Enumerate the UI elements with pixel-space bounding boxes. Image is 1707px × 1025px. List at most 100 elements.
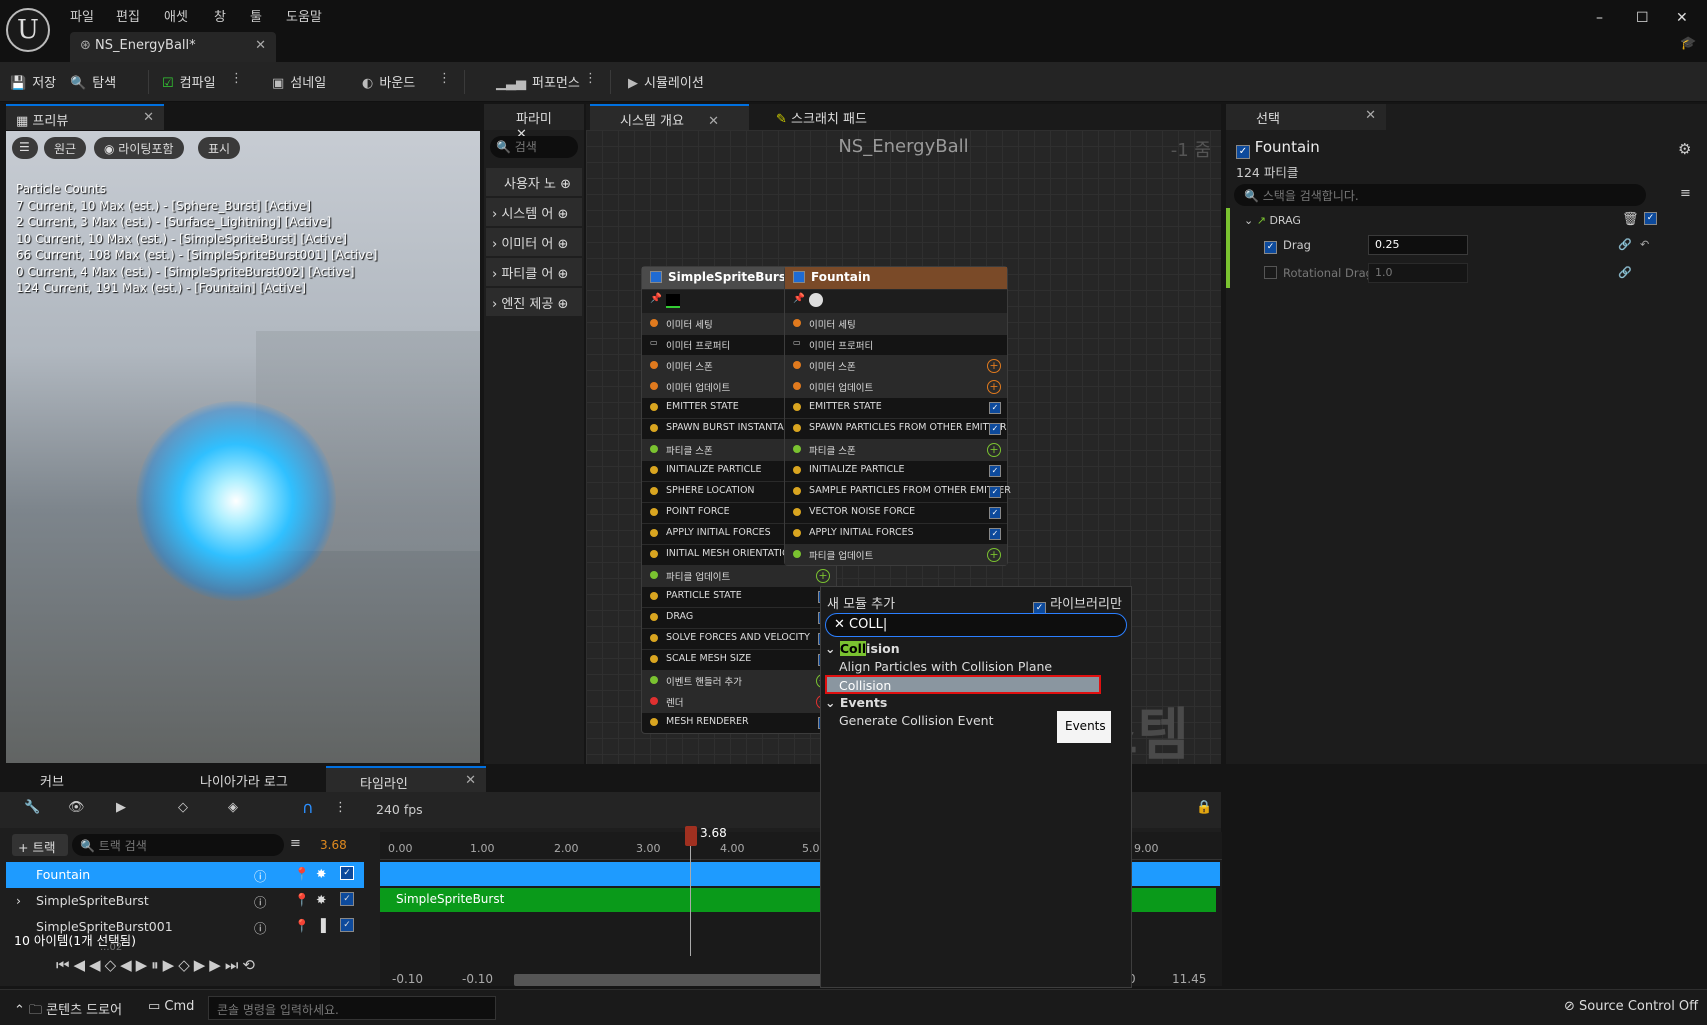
close-tab-icon[interactable]: ✕ bbox=[708, 114, 719, 129]
performance-options-icon[interactable]: ⋮ bbox=[584, 71, 597, 86]
category-particle[interactable]: › 파티클 어 ⊕ bbox=[486, 258, 582, 286]
category-emitter[interactable]: › 이미터 어 ⊕ bbox=[486, 228, 582, 256]
tab-timeline[interactable]: 타임라인 ✕ bbox=[326, 766, 486, 792]
module-enabled-checkbox[interactable]: ✓ bbox=[989, 486, 1001, 498]
module-search-input[interactable]: ✕ COLL| bbox=[825, 613, 1127, 637]
add-module-icon[interactable]: + bbox=[987, 380, 1001, 394]
track-fountain[interactable]: Fountain ⓘ 📍 ✸ ✓ bbox=[6, 862, 364, 888]
module-enabled-checkbox[interactable]: ✓ bbox=[989, 465, 1001, 477]
gear-icon[interactable]: ⚙ bbox=[1678, 140, 1691, 158]
save-button[interactable]: 💾 저장 bbox=[10, 72, 56, 91]
menu-file[interactable]: 파일 bbox=[70, 6, 94, 25]
stack-row[interactable]: SCALE MESH SIZE✓ bbox=[642, 649, 836, 670]
parameters-tab[interactable]: 파라미 ✕ bbox=[484, 104, 584, 142]
emitter-enabled-checkbox[interactable] bbox=[650, 271, 662, 283]
menu-edit[interactable]: 편집 bbox=[116, 6, 140, 25]
viewport-menu-icon[interactable]: ☰ bbox=[12, 137, 38, 159]
module-item[interactable]: Generate Collision Event bbox=[839, 713, 994, 728]
section-header[interactable]: ⌄ ↗ DRAG bbox=[1244, 214, 1301, 227]
keyframe-icon[interactable]: ◇ bbox=[178, 800, 188, 815]
stack-row[interactable]: 이미터 업데이트 + bbox=[785, 376, 1007, 397]
stack-search-input[interactable]: 🔍 스택을 검색합니다. bbox=[1234, 184, 1646, 206]
checkbox-icon[interactable]: ✓ bbox=[340, 892, 354, 906]
parameters-search-input[interactable]: 🔍 검색 bbox=[490, 136, 578, 158]
add-icon[interactable]: ⊕ bbox=[557, 267, 568, 282]
stack-row[interactable]: 이벤트 핸들러 추가+ bbox=[642, 670, 836, 691]
drag-value-input[interactable]: 0.25 bbox=[1368, 235, 1468, 255]
filter-icon[interactable]: ≡ bbox=[290, 836, 301, 851]
emitter-node-fountain[interactable]: Fountain 📌 이미터 세팅 ▭ 이미터 프로퍼티 이미터 스폰 + 이미터 업데이… bbox=[784, 266, 1011, 566]
module-enabled-checkbox[interactable]: ✓ bbox=[989, 423, 1001, 435]
module-enabled-checkbox[interactable]: ✓ bbox=[989, 507, 1001, 519]
pin-icon[interactable]: 📍 bbox=[294, 892, 310, 908]
snap-magnet-icon[interactable]: ∩ bbox=[302, 798, 314, 817]
add-module-icon[interactable]: + bbox=[816, 569, 830, 583]
stack-row[interactable]: SOLVE FORCES AND VELOCITY✓ bbox=[642, 628, 836, 649]
emitter-header[interactable]: Fountain bbox=[785, 267, 1007, 289]
tab-niagara-log[interactable]: 나이아가라 로그 bbox=[166, 766, 322, 792]
show-button[interactable]: 표시 bbox=[198, 137, 241, 159]
playback-controls[interactable]: ⏮◀◀◇◀▶⏸▶◇▶▶⏭⟲ bbox=[56, 956, 259, 974]
bounds-button[interactable]: ◐ 바운드 bbox=[362, 72, 415, 91]
close-window-button[interactable]: ✕ bbox=[1676, 10, 1688, 26]
source-control-status[interactable]: ⊘ Source Control Off bbox=[1564, 999, 1698, 1014]
lock-icon[interactable]: 🔒 bbox=[1196, 800, 1212, 815]
stack-row[interactable]: 파티클 업데이트 + bbox=[642, 565, 836, 586]
stack-row[interactable]: 렌더+ bbox=[642, 691, 836, 712]
close-tab-icon[interactable]: ✕ bbox=[255, 38, 266, 53]
key-edit-icon[interactable]: ◈ bbox=[228, 800, 238, 815]
module-enabled-checkbox[interactable]: ✓ bbox=[1644, 212, 1657, 225]
range-start[interactable]: -0.10 bbox=[392, 972, 423, 986]
play-mode-icon[interactable]: ▶ bbox=[116, 800, 126, 815]
pin-icon[interactable]: 📍 bbox=[294, 866, 310, 882]
thumbnail-button[interactable]: ▣ 섬네일 bbox=[272, 72, 326, 91]
link-icon[interactable]: 🔗 bbox=[1618, 266, 1632, 279]
stack-row[interactable]: 이미터 세팅 bbox=[785, 313, 1007, 334]
info-icon[interactable]: ⓘ bbox=[254, 918, 267, 937]
performance-button[interactable]: ▁▃▅ 퍼포먼스 bbox=[496, 72, 580, 91]
wrench-icon[interactable]: 🔧 bbox=[24, 800, 40, 815]
selection-tab[interactable]: 선택 ✕ bbox=[1226, 104, 1386, 130]
checkbox-icon[interactable]: ✓ bbox=[1236, 145, 1250, 159]
close-preview-icon[interactable]: ✕ bbox=[143, 110, 154, 125]
graduation-cap-icon[interactable]: 🎓 bbox=[1680, 36, 1696, 51]
stack-row[interactable]: 파티클 업데이트 + bbox=[785, 544, 1007, 565]
reset-icon[interactable]: ↶ bbox=[1640, 238, 1649, 251]
menu-asset[interactable]: 애셋 bbox=[164, 6, 188, 25]
unreal-logo-icon[interactable]: U bbox=[6, 8, 50, 52]
module-enabled-checkbox[interactable]: ✓ bbox=[989, 528, 1001, 540]
trash-icon[interactable]: 🗑 bbox=[1622, 212, 1639, 227]
checkbox-icon[interactable]: ✓ bbox=[1264, 241, 1277, 254]
checkbox-icon[interactable]: ✓ bbox=[340, 918, 354, 932]
library-only-toggle[interactable]: ✓ 라이브러리만 bbox=[1033, 593, 1122, 615]
stack-row[interactable]: PARTICLE STATE✓ bbox=[642, 586, 836, 607]
content-drawer-button[interactable]: ⌃ 🗀 콘텐츠 드로어 bbox=[14, 999, 122, 1023]
stack-row[interactable]: INITIALIZE PARTICLE ✓ bbox=[785, 460, 1007, 481]
add-icon[interactable]: ⊕ bbox=[557, 207, 568, 222]
add-module-icon[interactable]: + bbox=[987, 359, 1001, 373]
module-item[interactable]: Align Particles with Collision Plane bbox=[839, 659, 1052, 674]
add-module-icon[interactable]: + bbox=[987, 548, 1001, 562]
compile-options-icon[interactable]: ⋮ bbox=[230, 71, 243, 86]
eye-icon[interactable]: 👁 bbox=[68, 800, 85, 815]
document-tab[interactable]: ⊛ NS_EnergyBall* ✕ bbox=[70, 32, 276, 62]
cmd-selector[interactable]: ▭ Cmd bbox=[148, 999, 194, 1014]
emitter-enabled-checkbox[interactable] bbox=[793, 271, 805, 283]
module-item-selected[interactable]: Collision bbox=[825, 675, 1101, 694]
preview-viewport[interactable]: ☰ 원근 ◉ 라이팅포함 표시 Particle Counts 7 Curren… bbox=[6, 131, 480, 763]
fps-selector[interactable]: 240 fps bbox=[376, 802, 423, 817]
pin-icon[interactable]: 📍 bbox=[294, 918, 310, 934]
simulation-button[interactable]: ▶ 시뮬레이션 bbox=[628, 72, 704, 91]
compile-button[interactable]: ☑ 컴파일 bbox=[162, 72, 216, 91]
chevron-right-icon[interactable]: › bbox=[16, 893, 21, 908]
range-end[interactable]: 11.45 bbox=[1172, 972, 1206, 986]
burst-icon[interactable]: ✸ bbox=[316, 892, 326, 907]
preview-tab[interactable]: ▦ 프리뷰 ✕ bbox=[6, 104, 164, 130]
checkbox-icon[interactable] bbox=[1264, 266, 1277, 279]
stack-row[interactable]: EMITTER STATE ✓ bbox=[785, 397, 1007, 418]
stack-row[interactable]: VECTOR NOISE FORCE ✓ bbox=[785, 502, 1007, 523]
checkbox-icon[interactable]: ✓ bbox=[340, 866, 354, 880]
bounds-options-icon[interactable]: ⋮ bbox=[438, 71, 451, 86]
perspective-button[interactable]: 원근 bbox=[44, 137, 87, 159]
info-icon[interactable]: ⓘ bbox=[254, 892, 267, 911]
